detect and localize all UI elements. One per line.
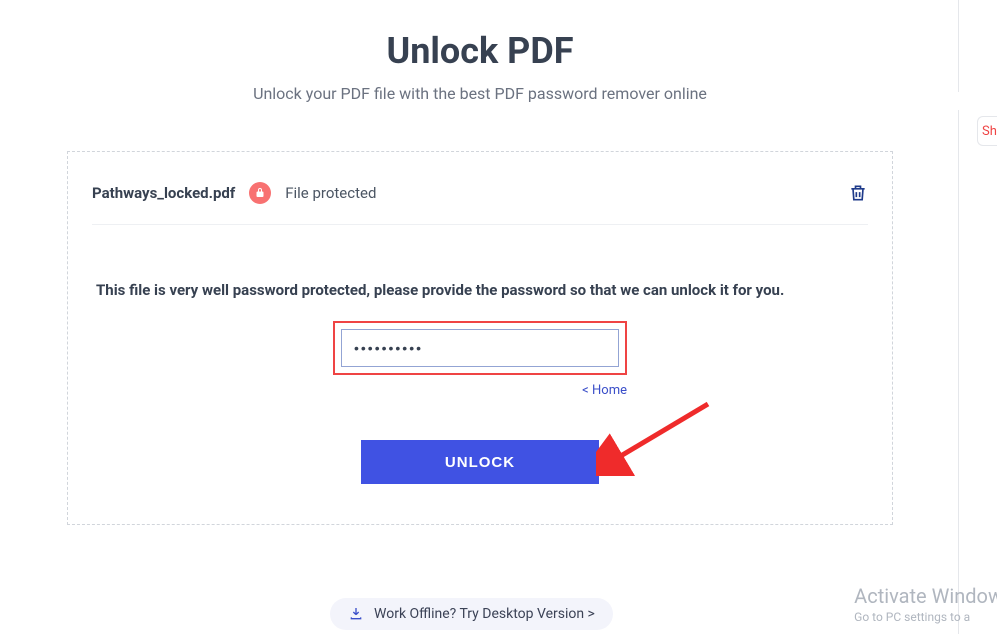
upload-card: Pathways_locked.pdf File protected This … bbox=[67, 151, 893, 525]
divider bbox=[958, 110, 959, 634]
password-highlight-box bbox=[333, 321, 627, 375]
offline-pill[interactable]: Work Offline? Try Desktop Version > bbox=[330, 598, 613, 630]
download-icon bbox=[348, 606, 364, 622]
page-title: Unlock PDF bbox=[0, 30, 960, 72]
divider bbox=[958, 0, 959, 92]
lock-icon bbox=[249, 182, 271, 204]
password-input[interactable] bbox=[341, 329, 619, 367]
file-row: Pathways_locked.pdf File protected bbox=[92, 182, 868, 225]
offline-label: Work Offline? Try Desktop Version > bbox=[374, 606, 595, 622]
home-link[interactable]: < Home bbox=[333, 383, 627, 398]
page-subtitle: Unlock your PDF file with the best PDF p… bbox=[0, 84, 960, 103]
file-name: Pathways_locked.pdf bbox=[92, 184, 235, 202]
file-status: File protected bbox=[285, 184, 376, 202]
password-prompt: This file is very well password protecte… bbox=[92, 281, 868, 299]
windows-watermark: Activate Window Go to PC settings to a bbox=[854, 584, 997, 624]
watermark-line1: Activate Window bbox=[854, 584, 997, 608]
unlock-button[interactable]: UNLOCK bbox=[361, 440, 599, 484]
delete-button[interactable] bbox=[848, 183, 868, 203]
share-tab[interactable]: Sh bbox=[977, 116, 997, 146]
watermark-line2: Go to PC settings to a bbox=[854, 610, 997, 624]
